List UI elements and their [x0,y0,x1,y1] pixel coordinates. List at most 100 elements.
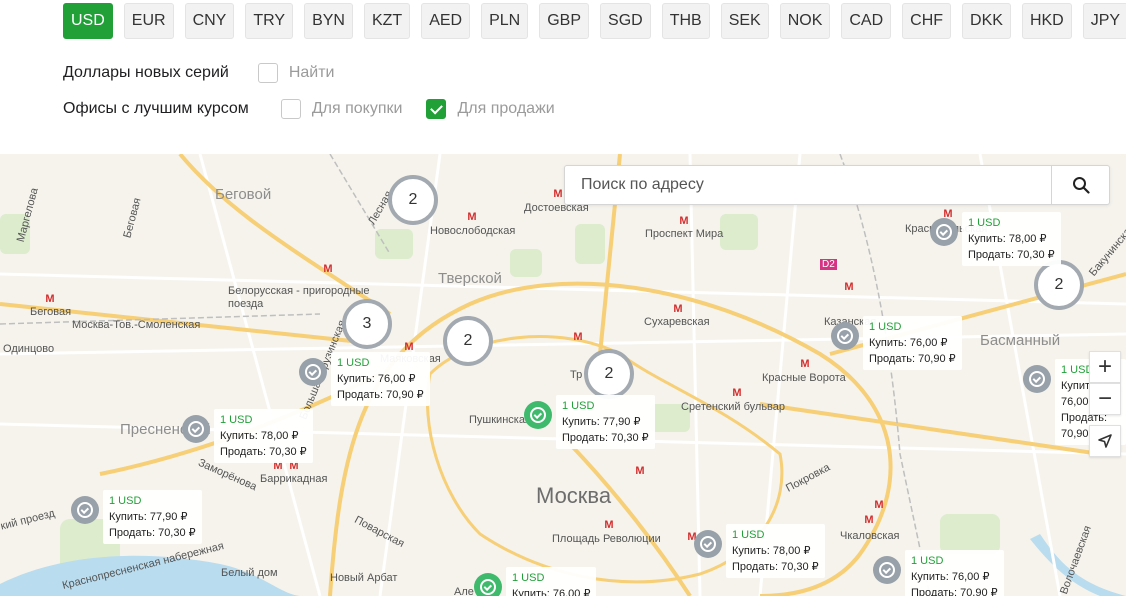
currency-pln[interactable]: PLN [481,3,529,39]
office-rate-card: 1 USD Купить: 77,90 ₽ Продать: 70,30 ₽ [556,395,655,449]
office-marker[interactable]: 1 USD Купить: 78,00 ₽ Продать: 70,30 ₽ [694,524,825,578]
office-quantity: 1 USD [562,400,595,412]
office-cluster[interactable]: 2 [388,175,438,225]
office-marker[interactable]: 1 USD Купить: 77,90 ₽ Продать: 70,30 ₽ [71,490,202,544]
office-quantity: 1 USD [109,495,142,507]
find-checkbox-box[interactable] [257,63,278,83]
currency-cny[interactable]: CNY [184,3,235,39]
currency-gbp[interactable]: GBP [539,3,590,39]
buy-checkbox-box[interactable] [280,99,301,119]
office-buy-rate: Купить: 76,00 ₽ [337,373,416,385]
new-series-filter: Доллары новых серий Найти [63,63,334,83]
locate-button[interactable] [1089,425,1121,457]
office-buy-rate: Купить: 77,90 ₽ [109,511,188,523]
office-sell-rate: Продать: 70,30 ₽ [109,527,196,539]
best-rate-label: Офисы с лучшим курсом [63,100,249,117]
office-buy-rate: Купить: 78,00 ₽ [220,430,299,442]
label-sukharevskaya: Сухаревская [644,316,710,328]
metro-icon: М [679,215,689,227]
office-marker[interactable]: 1 USD Купить: 76,00 ₽ Продать: 70,90 ₽ [299,352,430,406]
office-marker[interactable]: 1 USD Купить: 77,90 ₽ Продать: 70,30 ₽ [524,395,655,449]
label-begovoy: Беговой [215,186,272,203]
office-rate-card: 1 USD Купить: 76,00 ₽ Продать: 70,90 ₽ [331,352,430,406]
currency-jpy[interactable]: JPY [1082,3,1126,39]
currency-thb[interactable]: THB [661,3,710,39]
metro-icon: М [404,341,414,353]
office-cluster[interactable]: 3 [342,299,392,349]
label-bely-dom: Белый дом [221,567,278,579]
currency-dkk[interactable]: DKK [962,3,1011,39]
office-quantity: 1 USD [512,572,545,584]
office-quantity: 1 USD [220,414,253,426]
label-novoslobodskaya: Новослободская [430,225,516,237]
metro-icon: М [800,358,810,370]
find-checkbox[interactable]: Найти [257,63,335,83]
sell-checkbox[interactable]: Для продажи [426,99,555,119]
zoom-out-button[interactable]: − [1089,383,1121,415]
search-button[interactable] [1051,166,1109,204]
map[interactable]: Беговой Тверской Пресненский Басманный М… [0,154,1126,596]
office-quantity: 1 USD [869,321,902,333]
label-chkalovskaya: Чкаловская [840,530,900,542]
currency-hkd[interactable]: HKD [1021,3,1072,39]
office-cluster[interactable]: 2 [584,349,634,399]
currency-sek[interactable]: SEK [720,3,769,39]
label-tr: Тр [570,369,583,381]
office-sell-rate: Продать: 70,30 ₽ [220,446,307,458]
currency-nok[interactable]: NOK [779,3,831,39]
office-marker[interactable]: 1 USD Купить: 76,00 ₽ Продать: 70,90 ₽ [831,316,962,370]
metro-icon: М [573,331,583,343]
find-label: Найти [288,64,335,81]
office-pin-icon [694,530,722,558]
office-cluster[interactable]: 2 [1034,260,1084,310]
office-rate-card: 1 USD Купить: 77,90 ₽ Продать: 70,30 ₽ [103,490,202,544]
office-sell-rate: Продать: 70,30 ₽ [562,432,649,444]
office-marker[interactable]: 1 USD Купить: 76,00 ₽ Продать: 70,90 ₽ [873,550,1004,596]
metro-icon: М [844,281,854,293]
currency-chf[interactable]: CHF [902,3,952,39]
metro-icon: М [874,499,884,511]
office-marker[interactable]: 1 USD Купить: 78,00 ₽ Продать: 70,30 ₽ [182,409,313,463]
office-buy-rate: Купить: 76,00 ₽ [869,337,948,349]
label-basmanny: Басманный [980,332,1061,349]
office-buy-rate: Купить: 78,00 ₽ [732,545,811,557]
office-buy-rate: Купить: 78,00 ₽ [968,233,1047,245]
label-pushkinskaya: Пушкинская [469,414,531,426]
office-quantity: 1 USD [337,357,370,369]
office-marker[interactable]: 1 USD Купить: 78,00 ₽ Продать: 70,30 ₽ [930,212,1061,266]
address-search [564,165,1110,205]
currency-try[interactable]: TRY [245,3,294,39]
office-cluster[interactable]: 2 [443,316,493,366]
buy-label: Для покупки [311,100,403,117]
office-pin-icon [873,556,901,584]
currency-selector: USD EUR CNY TRY BYN KZT AED PLN GBP SGD … [63,3,1126,39]
label-novy-arbat: Новый Арбат [330,572,398,584]
label-d2: D2 [820,259,837,270]
zoom-in-button[interactable]: + [1089,351,1121,383]
office-marker[interactable]: 1 USD Купить: 76,00 ₽ [474,567,597,596]
currency-eur[interactable]: EUR [123,3,174,39]
currency-byn[interactable]: BYN [304,3,353,39]
label-ploshchad-revolyutsii: Площадь Революции [552,533,661,545]
office-quantity: 1 USD [968,217,1001,229]
currency-kzt[interactable]: KZT [363,3,411,39]
office-quantity: 1 USD [911,555,944,567]
currency-usd[interactable]: USD [63,3,113,39]
new-series-label: Доллары новых серий [63,64,229,81]
address-search-input[interactable] [565,166,1051,204]
metro-icon: М [864,514,874,526]
label-tverskoy: Тверской [438,270,502,287]
label-moskva-tov: Москва-Тов.-Смоленская [72,319,201,331]
office-buy-rate: Купить: 76,00 ₽ [911,571,990,583]
office-sell-rate: Продать: 70,90 ₽ [337,389,424,401]
currency-aed[interactable]: AED [421,3,471,39]
office-sell-rate: Продать: 70,90 ₽ [869,353,956,365]
currency-cad[interactable]: CAD [841,3,892,39]
currency-sgd[interactable]: SGD [600,3,651,39]
office-buy-rate: Купить: 76,00 ₽ [512,588,591,596]
sell-checkbox-box[interactable] [426,99,447,119]
buy-checkbox[interactable]: Для покупки [280,99,403,119]
office-sell-rate: Продать: 70,30 ₽ [732,561,819,573]
office-pin-icon [1023,365,1051,393]
office-pin-icon [71,496,99,524]
